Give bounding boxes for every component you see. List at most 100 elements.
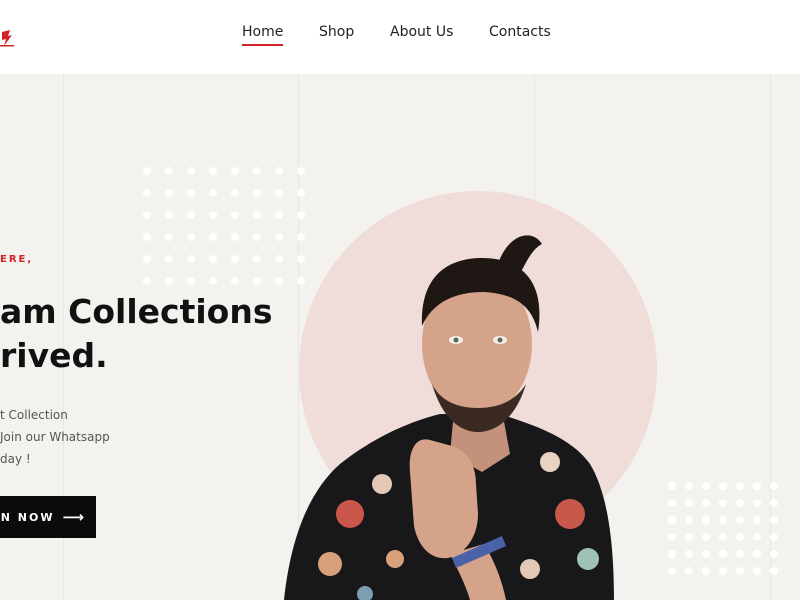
decorative-dot [685,516,693,524]
decorative-dot [753,550,761,558]
nav-shop-link[interactable]: Shop [319,24,354,40]
decorative-dot [165,189,173,197]
main-nav: Home Shop About Us Contacts [0,24,800,50]
decorative-dot [685,550,693,558]
decorative-dot [165,255,173,263]
decorative-dot [753,482,761,490]
decorative-dot [685,533,693,541]
hero-headline: am Collections rived. [0,290,280,378]
decorative-dot [253,255,261,263]
decorative-dot [231,211,239,219]
decorative-dot [253,189,261,197]
hero-section: ERE, am Collections rived. t Collection … [0,74,800,600]
decorative-dot [253,211,261,219]
decorative-dot [231,277,239,285]
decorative-dot [209,211,217,219]
nav-home-link[interactable]: Home [242,24,284,46]
decorative-dot [719,550,727,558]
decorative-dot [685,482,693,490]
decorative-dot [719,567,727,575]
decorative-dot [685,567,693,575]
decorative-dot [770,533,778,541]
decorative-dot [253,167,261,175]
decorative-dot [770,516,778,524]
decorative-dot [143,277,151,285]
decorative-dot [187,211,195,219]
decorative-dot [668,516,676,524]
decorative-dot [209,277,217,285]
nav-about-us-link[interactable]: About Us [390,24,453,40]
decorative-dot [165,233,173,241]
decorative-dot [187,189,195,197]
decorative-dot [165,277,173,285]
decorative-dot [702,499,710,507]
arrow-right-icon: ⟶ [62,508,86,526]
decorative-dot [275,167,283,175]
decorative-dot [702,482,710,490]
decorative-dot [719,499,727,507]
decorative-dot [253,277,261,285]
decorative-dot [736,499,744,507]
decorative-dot-pattern [668,482,800,600]
join-now-button-label: N NOW [0,510,55,524]
decorative-dot [275,189,283,197]
hero-description: t Collection Join our Whatsapp day ! [0,404,120,470]
decorative-dot [209,189,217,197]
model-photo [270,214,630,600]
decorative-dot [143,189,151,197]
decorative-dot [231,255,239,263]
decorative-dot [165,167,173,175]
decorative-dot [770,499,778,507]
decorative-dot [668,533,676,541]
decorative-dot [736,550,744,558]
decorative-dot [209,255,217,263]
site-header: Home Shop About Us Contacts [0,0,800,74]
decorative-dot [685,499,693,507]
decorative-dot [719,482,727,490]
decorative-dot [187,167,195,175]
decorative-dot [253,233,261,241]
decorative-dot [231,189,239,197]
decorative-dot [231,167,239,175]
decorative-dot [736,533,744,541]
hero-description-line-3: day ! [0,452,31,466]
decorative-dot [143,233,151,241]
nav-contacts-link[interactable]: Contacts [489,24,551,40]
join-now-button[interactable]: N NOW ⟶ [0,496,96,538]
decorative-dot [187,255,195,263]
decorative-dot [702,516,710,524]
decorative-dot [209,167,217,175]
decorative-dot [770,567,778,575]
decorative-dot [187,277,195,285]
decorative-dot [753,533,761,541]
decorative-dot [165,211,173,219]
decorative-dot [187,233,195,241]
decorative-dot [719,516,727,524]
decorative-dot [702,567,710,575]
decorative-dot [719,533,727,541]
decorative-dot [143,167,151,175]
decorative-dot [753,567,761,575]
hero-description-line-1: t Collection [0,408,68,422]
decorative-dot [736,567,744,575]
decorative-dot [297,167,305,175]
decorative-dot [668,567,676,575]
decorative-dot [143,255,151,263]
decorative-dot [753,516,761,524]
hero-headline-line-2: rived. [0,336,108,375]
hero-eyebrow: ERE, [0,254,34,265]
decorative-dot [668,499,676,507]
decorative-dot [702,533,710,541]
decorative-dot [143,211,151,219]
decorative-dot [753,499,761,507]
decorative-dot [231,233,239,241]
hero-description-line-2: Join our Whatsapp [0,430,110,444]
decorative-dot [668,482,676,490]
decorative-dot [209,233,217,241]
decorative-dot [702,550,710,558]
decorative-dot [736,482,744,490]
decorative-dot [770,550,778,558]
hero-headline-line-1: am Collections [0,292,273,331]
decorative-dot [297,189,305,197]
decorative-dot [770,482,778,490]
